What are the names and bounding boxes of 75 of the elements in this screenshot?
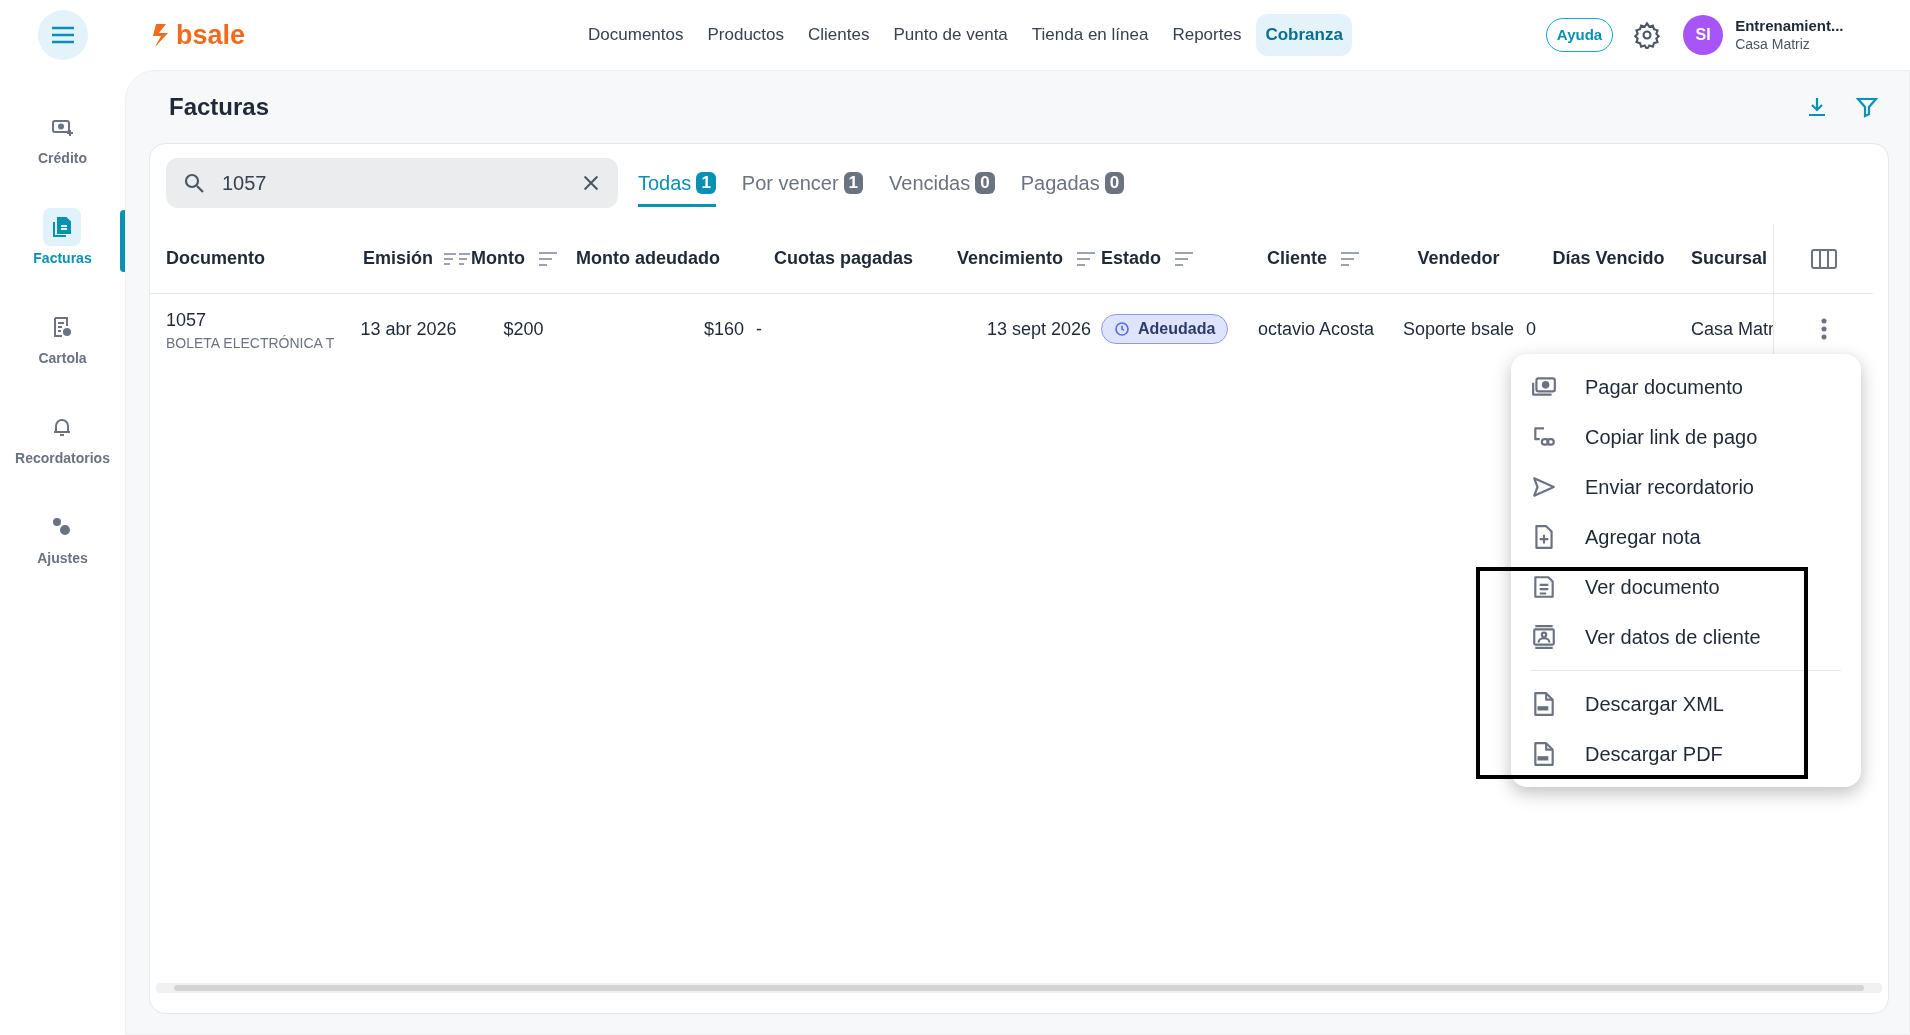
columns-icon[interactable] xyxy=(1809,247,1838,270)
column-header[interactable]: Monto xyxy=(471,245,563,272)
count-badge: 0 xyxy=(1104,171,1125,194)
column-header[interactable]: Cuotas pagadas xyxy=(773,245,913,272)
column-header[interactable]: Documento xyxy=(166,245,265,272)
table-cell-text: $200 xyxy=(503,317,544,341)
table-cell-text: Soporte bsale xyxy=(1402,317,1515,341)
sort-icon[interactable] xyxy=(443,250,471,267)
menu-item[interactable]: Enviar recordatorio xyxy=(1511,462,1861,512)
send-icon xyxy=(1531,474,1557,500)
column-header[interactable]: Monto adeudado xyxy=(576,245,720,272)
menu-item[interactable]: Agregar nota xyxy=(1511,512,1861,562)
logo: bsale xyxy=(176,21,246,49)
column-header[interactable]: Sucursal xyxy=(1691,245,1768,272)
column-header[interactable]: Vencimiento xyxy=(956,245,1101,272)
contact-card-icon xyxy=(1531,624,1557,650)
column-header[interactable]: Vendedor xyxy=(1417,245,1500,272)
count-badge: 1 xyxy=(696,171,716,194)
user-branch: Casa Matriz xyxy=(1735,35,1811,54)
nav-link[interactable]: Productos xyxy=(698,14,794,56)
column-header[interactable]: Estado xyxy=(1101,245,1199,272)
table-cell-text: $160 xyxy=(703,317,744,341)
document-type: BOLETA ELECTRÓNICA T xyxy=(166,333,336,352)
status-badge: Adeudada xyxy=(1101,314,1229,344)
horizontal-scrollbar[interactable] xyxy=(156,983,1882,993)
user-name: Entrenamient... xyxy=(1735,16,1844,36)
nav-link[interactable]: Reportes xyxy=(1163,14,1251,56)
nav-link[interactable]: Punto de venta xyxy=(884,14,1017,56)
filter-icon[interactable] xyxy=(1855,95,1879,119)
nav-link[interactable]: Documentos xyxy=(579,14,693,56)
menu-item[interactable]: Descargar PDF xyxy=(1511,729,1861,779)
more-options-icon[interactable] xyxy=(1820,318,1827,340)
sidebar-item[interactable]: Cartola xyxy=(38,308,87,369)
filter-tab[interactable]: Pagadas 0 xyxy=(1020,159,1125,207)
document-icon xyxy=(1531,574,1557,600)
menu-button[interactable] xyxy=(38,10,88,60)
menu-icon xyxy=(51,26,75,44)
sidebar-item[interactable]: Ajustes xyxy=(37,508,88,569)
nav-link[interactable]: Clientes xyxy=(799,14,879,56)
menu-item[interactable]: Ver datos de cliente xyxy=(1511,612,1861,662)
document-number: 1057 xyxy=(166,308,208,332)
count-badge: 0 xyxy=(975,171,995,194)
settings-icon[interactable] xyxy=(1633,21,1662,49)
column-header[interactable]: Cliente xyxy=(1267,245,1365,272)
menu-item[interactable]: Pagar documento xyxy=(1511,362,1861,412)
table-cell-text: - xyxy=(756,317,762,341)
search-bar[interactable]: 1057 xyxy=(166,158,618,208)
nav-link[interactable]: Cobranza xyxy=(1256,14,1352,56)
page-title: Facturas xyxy=(169,92,270,122)
search-icon xyxy=(182,171,206,195)
sidebar-item[interactable]: Crédito xyxy=(38,108,87,169)
table-cell-text: 13 abr 2026 xyxy=(360,317,457,341)
clock-icon xyxy=(1114,321,1130,337)
search-field[interactable]: 1057 xyxy=(222,168,580,198)
filter-tab[interactable]: Por vencer 1 xyxy=(741,159,864,207)
count-badge: 1 xyxy=(843,171,864,194)
documents-icon xyxy=(43,208,82,246)
active-indicator xyxy=(120,210,125,272)
filter-tab[interactable]: Todas 1 xyxy=(638,159,716,207)
column-header[interactable]: Días Vencido xyxy=(1552,245,1665,272)
sidebar-item[interactable]: Facturas xyxy=(33,208,92,269)
menu-item[interactable]: Ver documento xyxy=(1511,562,1861,612)
table-cell-text: 13 sept 2026 xyxy=(986,317,1091,341)
column-header[interactable]: Emisión xyxy=(363,245,471,272)
menu-item[interactable]: Descargar XML xyxy=(1511,662,1861,729)
nav-link[interactable]: Tienda en línea xyxy=(1022,14,1158,56)
xml-file-icon xyxy=(1531,691,1557,717)
table-cell-text: octavio Acosta xyxy=(1257,317,1375,341)
table-cell-text: 0 xyxy=(1526,317,1536,341)
sidebar-item[interactable]: Recordatorios xyxy=(15,408,110,469)
user-avatar[interactable]: SI xyxy=(1683,15,1724,55)
menu-item[interactable]: Copiar link de pago xyxy=(1511,412,1861,462)
table-cell-text: Casa Matr xyxy=(1691,317,1775,341)
pdf-file-icon xyxy=(1531,741,1557,767)
filter-tab[interactable]: Vencidas 0 xyxy=(889,159,995,207)
